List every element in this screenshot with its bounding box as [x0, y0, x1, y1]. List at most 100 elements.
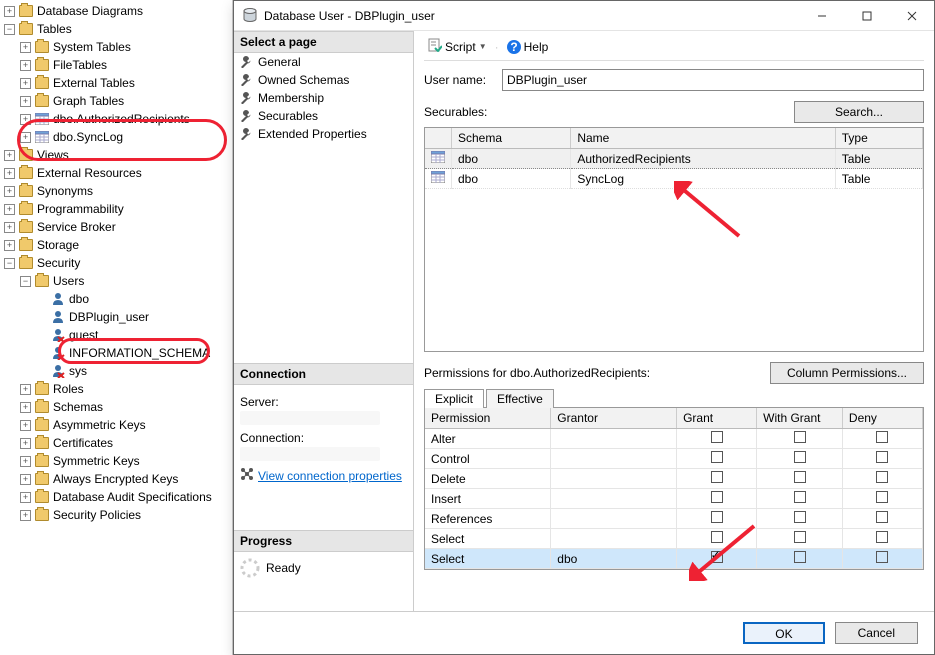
col-schema[interactable]: Schema: [452, 128, 571, 149]
cancel-button[interactable]: Cancel: [835, 622, 918, 644]
search-button[interactable]: Search...: [794, 101, 924, 123]
page-item[interactable]: Securables: [234, 107, 413, 125]
tree-item[interactable]: DBPlugin_user: [0, 308, 232, 326]
checkbox[interactable]: [876, 531, 888, 543]
page-item[interactable]: Membership: [234, 89, 413, 107]
tree-expander[interactable]: [4, 168, 15, 179]
checkbox[interactable]: [876, 471, 888, 483]
col-with-grant[interactable]: With Grant: [757, 408, 843, 429]
permission-row[interactable]: References: [425, 509, 923, 529]
column-permissions-button[interactable]: Column Permissions...: [770, 362, 924, 384]
tree-expander[interactable]: [4, 240, 15, 251]
checkbox[interactable]: [711, 471, 723, 483]
tree-item[interactable]: Synonyms: [0, 182, 232, 200]
tree-item[interactable]: dbo.SyncLog: [0, 128, 232, 146]
checkbox[interactable]: [794, 451, 806, 463]
checkbox[interactable]: [876, 451, 888, 463]
col-permission[interactable]: Permission: [425, 408, 551, 429]
col-deny[interactable]: Deny: [842, 408, 922, 429]
tree-item[interactable]: sys: [0, 362, 232, 380]
tree-expander[interactable]: [4, 6, 15, 17]
tree-item[interactable]: Graph Tables: [0, 92, 232, 110]
tree-item[interactable]: Database Audit Specifications: [0, 488, 232, 506]
checkbox[interactable]: [794, 471, 806, 483]
tree-item[interactable]: Security Policies: [0, 506, 232, 524]
tree-item[interactable]: System Tables: [0, 38, 232, 56]
col-grant[interactable]: Grant: [677, 408, 757, 429]
tab-explicit[interactable]: Explicit: [424, 389, 484, 408]
tree-expander[interactable]: [4, 186, 15, 197]
checkbox[interactable]: [711, 431, 723, 443]
col-type[interactable]: Type: [835, 128, 922, 149]
page-item[interactable]: Owned Schemas: [234, 71, 413, 89]
tree-item[interactable]: INFORMATION_SCHEMA: [0, 344, 232, 362]
checkbox[interactable]: [794, 511, 806, 523]
checkbox[interactable]: [876, 551, 888, 563]
tree-item[interactable]: Tables: [0, 20, 232, 38]
maximize-button[interactable]: [844, 2, 889, 30]
tree-expander[interactable]: [20, 276, 31, 287]
tree-item[interactable]: FileTables: [0, 56, 232, 74]
tree-expander[interactable]: [20, 384, 31, 395]
checkbox[interactable]: [711, 491, 723, 503]
checkbox[interactable]: [876, 431, 888, 443]
view-connection-properties-link[interactable]: View connection properties: [240, 467, 407, 484]
tree-item[interactable]: External Resources: [0, 164, 232, 182]
securable-row[interactable]: dboAuthorizedRecipientsTable: [425, 149, 923, 169]
checkbox[interactable]: [711, 511, 723, 523]
checkbox[interactable]: [711, 531, 723, 543]
page-item[interactable]: General: [234, 53, 413, 71]
permission-row[interactable]: Insert: [425, 489, 923, 509]
tree-expander[interactable]: [4, 24, 15, 35]
permission-row[interactable]: Control: [425, 449, 923, 469]
tree-item[interactable]: Asymmetric Keys: [0, 416, 232, 434]
tree-item[interactable]: Users: [0, 272, 232, 290]
permission-row[interactable]: Delete: [425, 469, 923, 489]
permission-row[interactable]: Selectdbo: [425, 549, 923, 569]
tree-item[interactable]: Service Broker: [0, 218, 232, 236]
securables-grid[interactable]: Schema Name Type dboAuthorizedRecipients…: [424, 127, 924, 352]
tree-expander[interactable]: [4, 150, 15, 161]
tree-expander[interactable]: [20, 402, 31, 413]
tree-expander[interactable]: [20, 78, 31, 89]
tree-expander[interactable]: [4, 204, 15, 215]
col-grantor[interactable]: Grantor: [551, 408, 677, 429]
col-name[interactable]: Name: [571, 128, 835, 149]
tree-expander[interactable]: [4, 222, 15, 233]
permissions-grid[interactable]: Permission Grantor Grant With Grant Deny…: [424, 408, 924, 570]
checkbox[interactable]: [711, 451, 723, 463]
tree-expander[interactable]: [20, 456, 31, 467]
minimize-button[interactable]: [799, 2, 844, 30]
tree-expander[interactable]: [20, 474, 31, 485]
tree-item[interactable]: guest: [0, 326, 232, 344]
checkbox[interactable]: [794, 491, 806, 503]
tree-item[interactable]: Symmetric Keys: [0, 452, 232, 470]
ok-button[interactable]: OK: [743, 622, 824, 644]
checkbox[interactable]: [876, 491, 888, 503]
tree-item[interactable]: Security: [0, 254, 232, 272]
username-input[interactable]: [502, 69, 924, 91]
tree-expander[interactable]: [20, 42, 31, 53]
tree-item[interactable]: External Tables: [0, 74, 232, 92]
tree-item[interactable]: Programmability: [0, 200, 232, 218]
tree-item[interactable]: Views: [0, 146, 232, 164]
tree-expander[interactable]: [20, 114, 31, 125]
tree-expander[interactable]: [20, 60, 31, 71]
tree-item[interactable]: dbo.AuthorizedRecipients: [0, 110, 232, 128]
checkbox[interactable]: [794, 431, 806, 443]
checkbox[interactable]: [794, 551, 806, 563]
tree-item[interactable]: Roles: [0, 380, 232, 398]
tree-item[interactable]: Schemas: [0, 398, 232, 416]
checkbox[interactable]: [794, 531, 806, 543]
tree-expander[interactable]: [20, 132, 31, 143]
checkbox[interactable]: [711, 551, 723, 563]
checkbox[interactable]: [876, 511, 888, 523]
tree-item[interactable]: dbo: [0, 290, 232, 308]
tree-item[interactable]: Certificates: [0, 434, 232, 452]
tree-item[interactable]: Database Diagrams: [0, 2, 232, 20]
help-button[interactable]: Help: [503, 38, 553, 56]
tree-expander[interactable]: [20, 420, 31, 431]
tree-item[interactable]: Storage: [0, 236, 232, 254]
tab-effective[interactable]: Effective: [486, 389, 554, 408]
tree-expander[interactable]: [4, 258, 15, 269]
